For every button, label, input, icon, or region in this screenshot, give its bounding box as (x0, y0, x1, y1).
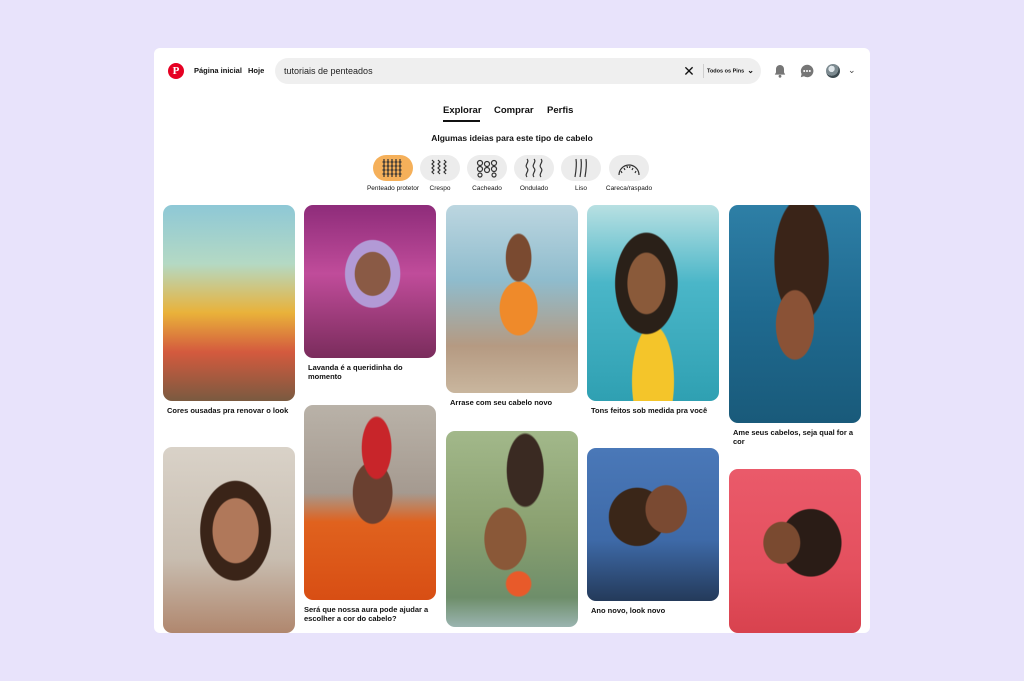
shaved-icon (618, 164, 640, 176)
search-divider (703, 64, 704, 78)
pin-caption: Arrase com seu cabelo novo (450, 398, 553, 407)
section-title: Algumas ideias para este tipo de cabelo (431, 133, 593, 143)
pin-image-updo-earring[interactable] (446, 431, 578, 627)
nav-today-link[interactable]: Hoje (248, 66, 264, 75)
hair-type-protective-chip[interactable] (373, 155, 413, 181)
pin-image-portrait-dreads[interactable] (163, 447, 295, 633)
active-tab-underline (443, 120, 480, 122)
pin-caption: Lavanda é a queridinha do momento (308, 363, 403, 381)
account-chevron-down-icon[interactable]: ⌄ (848, 65, 856, 76)
pin-image-aura-red-hair[interactable] (304, 405, 436, 600)
hair-type-curly-chip[interactable] (467, 155, 507, 181)
tab-explorar[interactable]: Explorar (443, 105, 482, 116)
pin-image-custom-tones[interactable] (587, 205, 719, 401)
hair-type-shaved-chip[interactable] (609, 155, 649, 181)
chevron-down-icon: ⌄ (747, 66, 754, 75)
pin-image-long-braids[interactable] (729, 469, 861, 633)
browser-window: P Página inicial Hoje ✕ Todos os Pins⌄ ⌄… (154, 48, 870, 633)
coily-icon (431, 159, 447, 175)
pin-caption: Cores ousadas pra renovar o look (167, 406, 289, 415)
pinterest-logo-icon[interactable]: P (168, 63, 184, 79)
straight-icon (574, 158, 588, 178)
user-avatar[interactable] (826, 64, 840, 78)
pin-image-love-your-hair[interactable] (729, 205, 861, 423)
pin-image-new-hair[interactable] (446, 205, 578, 393)
pin-image-lavender[interactable] (304, 205, 436, 358)
pin-caption: Ano novo, look novo (591, 606, 666, 615)
search-scope-dropdown[interactable]: Todos os Pins ⌄ (707, 65, 754, 77)
notifications-bell-icon[interactable] (772, 63, 788, 79)
tab-perfis[interactable]: Perfis (547, 105, 573, 116)
clear-search-icon[interactable]: ✕ (681, 62, 697, 80)
hair-type-coily-chip[interactable] (420, 155, 460, 181)
tab-comprar[interactable]: Comprar (494, 105, 534, 116)
nav-home-link[interactable]: Página inicial (194, 66, 242, 75)
hair-type-wavy-chip[interactable] (514, 155, 554, 181)
search-bar: ✕ Todos os Pins⌄ (275, 58, 761, 84)
pin-image-bold-colors[interactable] (163, 205, 295, 401)
wavy-icon (525, 158, 543, 178)
hair-type-label: Careca/raspado (605, 185, 653, 192)
hair-type-straight-chip[interactable] (561, 155, 601, 181)
messages-icon[interactable] (799, 63, 815, 79)
pin-image-locs-profile[interactable] (587, 448, 719, 601)
pin-caption: Ame seus cabelos, seja qual for a cor (733, 428, 854, 446)
braids-icon (382, 159, 402, 177)
search-input[interactable] (284, 64, 664, 78)
search-scope-label: Todos os Pins (707, 68, 745, 75)
pin-caption: Será que nossa aura pode ajudar a escolh… (304, 605, 429, 623)
pin-caption: Tons feitos sob medida pra você (591, 406, 708, 415)
curly-icon (476, 159, 498, 178)
